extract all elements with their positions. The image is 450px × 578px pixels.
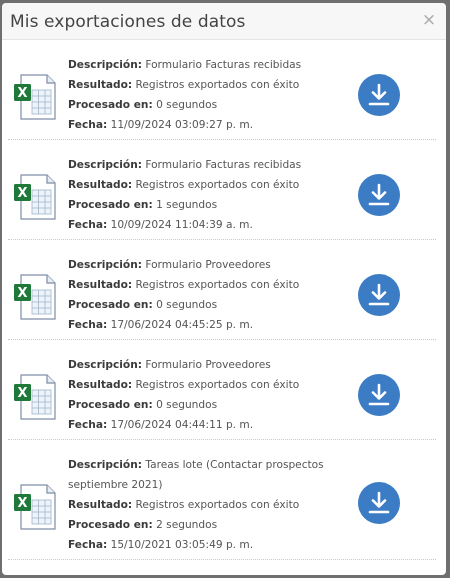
date-value: 11/09/2024 03:09:27 p. m. — [110, 119, 254, 131]
download-button[interactable] — [358, 482, 400, 524]
export-details: Descripción: Formulario Facturas recibid… — [68, 55, 338, 135]
description-value: Formulario Facturas recibidas — [145, 59, 302, 71]
result-line: Resultado: Registros exportados con éxit… — [68, 275, 338, 295]
svg-text:X: X — [17, 186, 27, 201]
description-value: Formulario Proveedores — [145, 259, 271, 271]
description-line: Descripción: Tareas lote (Contactar pros… — [68, 455, 338, 495]
result-label: Resultado: — [68, 279, 133, 291]
date-label: Fecha: — [68, 539, 108, 551]
date-line: Fecha: 11/09/2024 03:09:27 p. m. — [68, 115, 338, 135]
date-value: 15/10/2021 03:05:49 p. m. — [110, 539, 254, 551]
result-value: Registros exportados con éxito — [135, 279, 300, 291]
description-label: Descripción: — [68, 359, 142, 371]
description-line: Descripción: Formulario Proveedores — [68, 355, 338, 375]
date-value: 10/09/2024 11:04:39 a. m. — [110, 219, 253, 231]
processed-line: Procesado en: 0 segundos — [68, 95, 338, 115]
excel-file-icon: X — [12, 373, 58, 425]
date-label: Fecha: — [68, 319, 108, 331]
date-label: Fecha: — [68, 419, 108, 431]
processed-line: Procesado en: 0 segundos — [68, 395, 338, 415]
description-value: Formulario Facturas recibidas — [145, 159, 302, 171]
export-item: X Descripción: Tareas lote (Contactar pr… — [8, 440, 436, 560]
svg-text:X: X — [17, 386, 27, 401]
date-line: Fecha: 10/09/2024 11:04:39 a. m. — [68, 215, 338, 235]
exports-modal: Mis exportaciones de datos × X Descripci… — [2, 3, 446, 575]
processed-label: Procesado en: — [68, 199, 153, 211]
description-label: Descripción: — [68, 159, 142, 171]
processed-label: Procesado en: — [68, 399, 153, 411]
result-value: Registros exportados con éxito — [135, 179, 300, 191]
download-button[interactable] — [358, 374, 400, 416]
export-item: X Descripción: Formulario Facturas recib… — [8, 40, 436, 140]
result-label: Resultado: — [68, 179, 133, 191]
svg-text:X: X — [17, 286, 27, 301]
export-details: Descripción: Tareas lote (Contactar pros… — [68, 455, 338, 555]
download-icon — [368, 491, 390, 514]
result-value: Registros exportados con éxito — [135, 379, 300, 391]
excel-file-icon: X — [12, 73, 58, 125]
date-value: 17/06/2024 04:45:25 p. m. — [110, 319, 254, 331]
excel-file-icon: X — [12, 483, 58, 535]
date-value: 17/06/2024 04:44:11 p. m. — [110, 419, 254, 431]
processed-value: 0 segundos — [156, 99, 218, 111]
excel-file-icon: X — [12, 173, 58, 225]
result-line: Resultado: Registros exportados con éxit… — [68, 75, 338, 95]
download-button[interactable] — [358, 174, 400, 216]
result-label: Resultado: — [68, 79, 133, 91]
result-line: Resultado: Registros exportados con éxit… — [68, 375, 338, 395]
processed-value: 0 segundos — [156, 299, 218, 311]
svg-text:X: X — [17, 496, 27, 511]
result-label: Resultado: — [68, 499, 133, 511]
excel-file-icon: X — [12, 273, 58, 325]
download-button[interactable] — [358, 274, 400, 316]
processed-label: Procesado en: — [68, 299, 153, 311]
result-value: Registros exportados con éxito — [135, 499, 300, 511]
processed-label: Procesado en: — [68, 99, 153, 111]
processed-line: Procesado en: 2 segundos — [68, 515, 338, 535]
date-line: Fecha: 17/06/2024 04:45:25 p. m. — [68, 315, 338, 335]
download-icon — [368, 183, 390, 206]
download-icon — [368, 283, 390, 306]
download-icon — [368, 383, 390, 406]
export-item: X Descripción: Formulario Proveedores Re… — [8, 240, 436, 340]
description-line: Descripción: Formulario Facturas recibid… — [68, 55, 338, 75]
download-icon — [368, 83, 390, 106]
date-label: Fecha: — [68, 219, 108, 231]
description-line: Descripción: Formulario Proveedores — [68, 255, 338, 275]
processed-line: Procesado en: 1 segundos — [68, 195, 338, 215]
close-button[interactable]: × — [421, 11, 437, 29]
export-item: X Descripción: Formulario Facturas recib… — [8, 140, 436, 240]
date-line: Fecha: 15/10/2021 03:05:49 p. m. — [68, 535, 338, 555]
description-label: Descripción: — [68, 459, 142, 471]
processed-label: Procesado en: — [68, 519, 153, 531]
export-details: Descripción: Formulario Proveedores Resu… — [68, 355, 338, 435]
modal-header: Mis exportaciones de datos × — [2, 3, 446, 40]
processed-value: 0 segundos — [156, 399, 218, 411]
description-label: Descripción: — [68, 259, 142, 271]
exports-list: X Descripción: Formulario Facturas recib… — [2, 40, 446, 560]
result-line: Resultado: Registros exportados con éxit… — [68, 495, 338, 515]
export-details: Descripción: Formulario Proveedores Resu… — [68, 255, 338, 335]
date-line: Fecha: 17/06/2024 04:44:11 p. m. — [68, 415, 338, 435]
date-label: Fecha: — [68, 119, 108, 131]
export-details: Descripción: Formulario Facturas recibid… — [68, 155, 338, 235]
svg-text:X: X — [17, 86, 27, 101]
processed-value: 1 segundos — [156, 199, 218, 211]
export-item: X Descripción: Formulario Proveedores Re… — [8, 340, 436, 440]
processed-value: 2 segundos — [156, 519, 218, 531]
processed-line: Procesado en: 0 segundos — [68, 295, 338, 315]
description-label: Descripción: — [68, 59, 142, 71]
download-button[interactable] — [358, 74, 400, 116]
description-line: Descripción: Formulario Facturas recibid… — [68, 155, 338, 175]
modal-title: Mis exportaciones de datos — [10, 12, 246, 32]
result-value: Registros exportados con éxito — [135, 79, 300, 91]
result-label: Resultado: — [68, 379, 133, 391]
description-value: Formulario Proveedores — [145, 359, 271, 371]
result-line: Resultado: Registros exportados con éxit… — [68, 175, 338, 195]
